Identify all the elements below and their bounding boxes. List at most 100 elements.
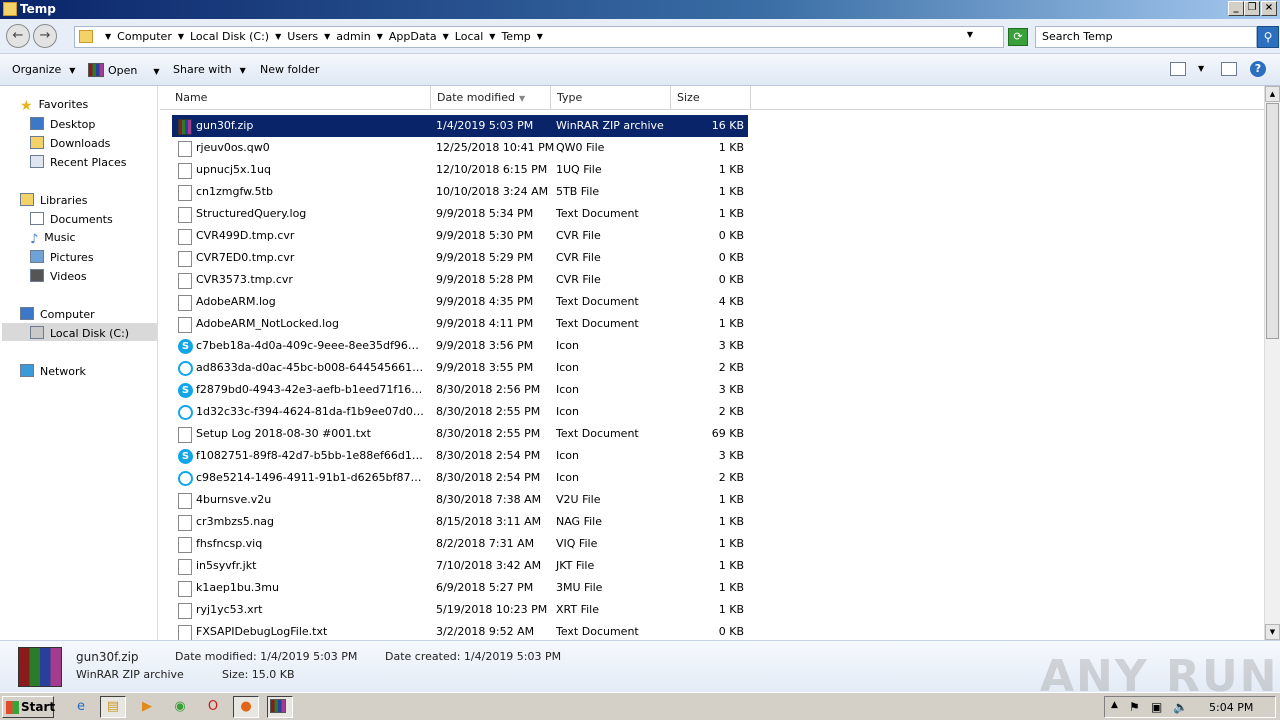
file-size: 0 KB bbox=[718, 229, 744, 242]
firefox-icon[interactable]: ● bbox=[233, 696, 259, 718]
text-document-icon bbox=[178, 625, 192, 640]
help-icon[interactable]: ? bbox=[1250, 61, 1266, 77]
scroll-thumb[interactable] bbox=[1266, 103, 1279, 339]
crumb-local-disk[interactable]: Local Disk (C:) bbox=[188, 30, 271, 44]
file-row[interactable]: StructuredQuery.log 9/9/2018 5:34 PM Text … bbox=[172, 203, 748, 225]
show-hidden-icons-icon[interactable]: ▲ bbox=[1111, 700, 1118, 710]
file-row[interactable]: 4burnsve.v2u 8/30/2018 7:38 AM V2U File 1 K… bbox=[172, 489, 748, 511]
start-button[interactable]: Start bbox=[2, 696, 55, 718]
nav-music-label: Music bbox=[44, 231, 76, 244]
winrar-taskbar-icon[interactable] bbox=[267, 696, 293, 718]
crumb-appdata[interactable]: AppData bbox=[387, 30, 439, 44]
file-row[interactable]: cr3mbzs5.nag 8/15/2018 3:11 AM NAG File 1 K… bbox=[172, 511, 748, 533]
open-button[interactable]: Open ▼ bbox=[88, 63, 160, 77]
nav-computer[interactable]: Computer bbox=[20, 307, 95, 321]
volume-icon[interactable]: 🔈 bbox=[1173, 700, 1188, 714]
file-row[interactable]: ryj1yc53.xrt 5/19/2018 10:23 PM XRT File 1 … bbox=[172, 599, 748, 621]
chevron-down-icon[interactable]: ▼ bbox=[1198, 64, 1204, 73]
nav-libraries[interactable]: Libraries bbox=[20, 193, 88, 207]
internet-explorer-icon[interactable]: e bbox=[68, 696, 94, 718]
file-name: in5syvfr.jkt bbox=[196, 559, 257, 572]
chevron-down-icon[interactable]: ▼ bbox=[533, 30, 547, 44]
media-player-icon[interactable]: ▶ bbox=[134, 696, 160, 718]
forward-button[interactable]: → bbox=[33, 24, 57, 48]
file-type: CVR File bbox=[556, 251, 601, 264]
chevron-down-icon[interactable]: ▼ bbox=[439, 30, 453, 44]
file-row[interactable]: cn1zmgfw.5tb 10/10/2018 3:24 AM 5TB File 1 … bbox=[172, 181, 748, 203]
clock[interactable]: 5:04 PM bbox=[1209, 701, 1253, 714]
chevron-down-icon[interactable]: ▼ bbox=[153, 67, 159, 76]
chevron-down-icon[interactable]: ▼ bbox=[271, 30, 285, 44]
nav-downloads[interactable]: Downloads bbox=[30, 136, 110, 150]
file-row[interactable]: CVR499D.tmp.cvr 9/9/2018 5:30 PM CVR File 0… bbox=[172, 225, 748, 247]
new-folder-button[interactable]: New folder bbox=[260, 63, 319, 76]
network-tray-icon[interactable]: ▣ bbox=[1151, 700, 1162, 714]
column-name[interactable]: Name bbox=[169, 86, 431, 110]
file-row[interactable]: Sc7beb18a-4d0a-409c-9eee-8ee35df9610d.t.… bbox=[172, 335, 748, 357]
file-size: 1 KB bbox=[718, 559, 744, 572]
column-type[interactable]: Type bbox=[551, 86, 671, 110]
file-row[interactable]: k1aep1bu.3mu 6/9/2018 5:27 PM 3MU File 1 KB bbox=[172, 577, 748, 599]
vertical-scrollbar[interactable]: ▲ ▼ bbox=[1264, 86, 1280, 640]
nav-favorites[interactable]: ★ Favorites bbox=[20, 98, 88, 114]
file-row[interactable]: ad8633da-d0ac-45bc-b008-644545661546.t..… bbox=[172, 357, 748, 379]
nav-documents[interactable]: Documents bbox=[30, 212, 113, 226]
column-size[interactable]: Size bbox=[671, 86, 751, 110]
change-view-icon[interactable] bbox=[1170, 62, 1186, 76]
file-row[interactable]: upnucj5x.1uq 12/10/2018 6:15 PM 1UQ File 1 … bbox=[172, 159, 748, 181]
search-input[interactable]: Search Temp bbox=[1035, 26, 1257, 48]
address-history-dropdown[interactable]: ▼ bbox=[967, 30, 973, 39]
nav-desktop[interactable]: Desktop bbox=[30, 117, 95, 131]
file-row[interactable]: AdobeARM.log 9/9/2018 4:35 PM Text Documen… bbox=[172, 291, 748, 313]
column-date-modified[interactable]: Date modified ▼ bbox=[431, 86, 551, 110]
file-row[interactable]: FXSAPIDebugLogFile.txt 3/2/2018 9:52 AM Te… bbox=[172, 621, 748, 640]
share-with-button[interactable]: Share with ▼ bbox=[173, 63, 246, 76]
file-name: AdobeARM_NotLocked.log bbox=[196, 317, 339, 330]
address-bar[interactable]: ▼ Computer ▼ Local Disk (C:) ▼ Users ▼ a… bbox=[74, 26, 1004, 48]
file-row[interactable]: AdobeARM_NotLocked.log 9/9/2018 4:11 PM Te… bbox=[172, 313, 748, 335]
nav-music[interactable]: ♪ Music bbox=[30, 231, 76, 247]
nav-recent-places[interactable]: Recent Places bbox=[30, 155, 127, 169]
chevron-down-icon[interactable]: ▼ bbox=[320, 30, 334, 44]
close-button[interactable]: × bbox=[1261, 1, 1277, 16]
chevron-down-icon[interactable]: ▼ bbox=[174, 30, 188, 44]
file-size: 3 KB bbox=[718, 383, 744, 396]
action-center-flag-icon[interactable]: ⚑ bbox=[1129, 700, 1140, 714]
back-button[interactable]: ← bbox=[6, 24, 30, 48]
file-row[interactable]: in5syvfr.jkt 7/10/2018 3:42 AM JKT File 1 K… bbox=[172, 555, 748, 577]
file-row[interactable]: CVR3573.tmp.cvr 9/9/2018 5:28 PM CVR File 0… bbox=[172, 269, 748, 291]
crumb-local[interactable]: Local bbox=[453, 30, 486, 44]
organize-button[interactable]: Organize ▼ bbox=[12, 63, 75, 76]
file-row[interactable]: 1d32c33c-f394-4624-81da-f1b9ee07d017.t..… bbox=[172, 401, 748, 423]
file-row[interactable]: CVR7ED0.tmp.cvr 9/9/2018 5:29 PM CVR File 0… bbox=[172, 247, 748, 269]
nav-network[interactable]: Network bbox=[20, 364, 86, 378]
crumb-users[interactable]: Users bbox=[285, 30, 320, 44]
preview-pane-icon[interactable] bbox=[1221, 62, 1237, 76]
file-row[interactable]: Setup Log 2018-08-30 #001.txt 8/30/2018 2… bbox=[172, 423, 748, 445]
file-row[interactable]: rjeuv0os.qw0 12/25/2018 10:41 PM QW0 File 1… bbox=[172, 137, 748, 159]
chrome-icon[interactable]: ◉ bbox=[167, 696, 193, 718]
minimize-button[interactable]: _ bbox=[1228, 1, 1244, 16]
explorer-icon[interactable]: ▤ bbox=[100, 696, 126, 718]
chevron-down-icon[interactable]: ▼ bbox=[485, 30, 499, 44]
nav-pictures[interactable]: Pictures bbox=[30, 250, 94, 264]
file-row[interactable]: Sf1082751-89f8-42d7-b5bb-1e88ef66d1ac.t.… bbox=[172, 445, 748, 467]
restore-button[interactable]: ❐ bbox=[1244, 1, 1260, 16]
chevron-down-icon[interactable]: ▼ bbox=[101, 30, 115, 44]
crumb-admin[interactable]: admin bbox=[334, 30, 372, 44]
crumb-computer[interactable]: Computer bbox=[115, 30, 174, 44]
file-row[interactable]: gun30f.zip 1/4/2019 5:03 PM WinRAR ZIP arc… bbox=[172, 115, 748, 137]
scroll-up-icon[interactable]: ▲ bbox=[1265, 86, 1280, 102]
nav-local-disk[interactable]: Local Disk (C:) bbox=[30, 326, 129, 340]
file-type: 1UQ File bbox=[556, 163, 602, 176]
nav-videos[interactable]: Videos bbox=[30, 269, 87, 283]
scroll-down-icon[interactable]: ▼ bbox=[1265, 624, 1280, 640]
file-row[interactable]: Sf2879bd0-4943-42e3-aefb-b1eed71f1693.t.… bbox=[172, 379, 748, 401]
chevron-down-icon[interactable]: ▼ bbox=[373, 30, 387, 44]
crumb-temp[interactable]: Temp bbox=[499, 30, 532, 44]
opera-icon[interactable]: O bbox=[200, 696, 226, 718]
search-icon[interactable]: ⚲ bbox=[1257, 26, 1279, 48]
file-row[interactable]: c98e5214-1496-4911-91b1-d6265bf87e7a.t..… bbox=[172, 467, 748, 489]
refresh-icon[interactable]: ⟳ bbox=[1008, 28, 1028, 46]
file-row[interactable]: fhsfncsp.viq 8/2/2018 7:31 AM VIQ File 1 KB bbox=[172, 533, 748, 555]
